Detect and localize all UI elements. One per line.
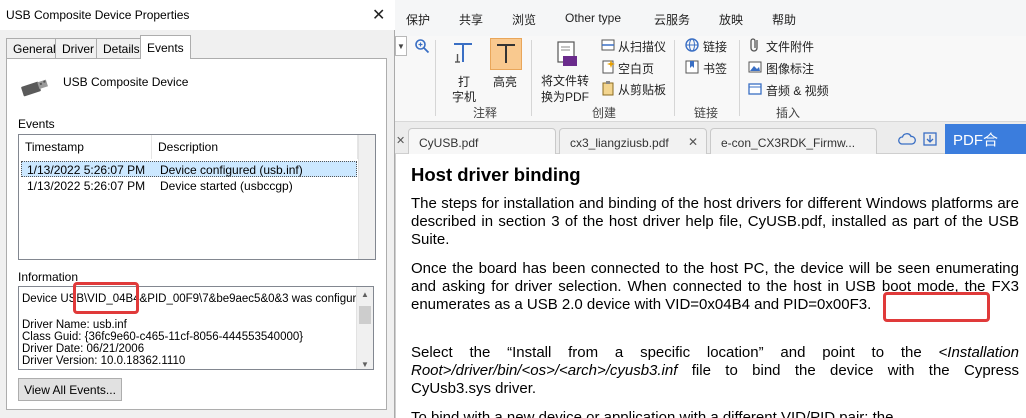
scanner-icon[interactable] — [600, 37, 616, 53]
pdf-merge-label: PDF合 — [953, 132, 999, 149]
event-description: Device configured (usb.inf) — [160, 163, 303, 177]
information-label: Information — [18, 270, 79, 284]
highlight-button[interactable] — [490, 38, 522, 70]
info-line: Driver Version: 10.0.18362.1110 — [22, 355, 186, 367]
scroll-thumb[interactable] — [359, 306, 371, 324]
events-scrollbar[interactable] — [358, 135, 375, 259]
ribbon-separator — [531, 40, 532, 116]
group-label-insert: 插入 — [776, 106, 801, 120]
scroll-up-icon[interactable]: ▲ — [361, 290, 369, 299]
info-line: Class Guid: {36fc9e60-c465-11cf-8056-444… — [22, 331, 304, 343]
typewriter-icon[interactable] — [450, 40, 476, 66]
file-attachment-label[interactable]: 文件附件 — [766, 38, 814, 55]
clipboard-icon[interactable] — [600, 80, 616, 96]
bookmark-icon[interactable] — [684, 59, 700, 75]
download-icon[interactable] — [922, 131, 938, 147]
ribbon-separator — [739, 40, 740, 116]
file-attachment-icon[interactable] — [747, 37, 763, 53]
menu-cloud[interactable]: 云服务 — [654, 11, 690, 28]
typewriter-label-2: 字机 — [452, 90, 477, 104]
column-header-description[interactable]: Description — [152, 135, 358, 159]
event-description: Device started (usbccgp) — [160, 179, 293, 193]
zoom-dropdown[interactable]: ▼ — [395, 36, 407, 56]
zoom-icon[interactable] — [414, 38, 430, 54]
usb-device-icon — [21, 79, 48, 97]
document-tabs: ✕ CyUSB.pdf cx3_liangziusb.pdf ✕ e-con_C… — [395, 122, 1026, 154]
image-annotation-icon[interactable] — [747, 59, 763, 75]
document-page: Host driver binding The steps for instal… — [395, 154, 1026, 418]
menu-slideshow[interactable]: 放映 — [719, 11, 743, 28]
tab-cx3-liangziusb[interactable]: cx3_liangziusb.pdf ✕ — [559, 128, 707, 154]
convert-label-2: 换为PDF — [541, 90, 590, 104]
column-header-timestamp[interactable]: Timestamp — [19, 135, 152, 159]
group-label-link: 链接 — [694, 106, 719, 120]
menu-help[interactable]: 帮助 — [772, 11, 796, 28]
close-icon[interactable]: ✕ — [372, 5, 385, 25]
section-heading: Host driver binding — [411, 164, 581, 185]
ribbon-separator — [674, 40, 675, 116]
dialog-title: USB Composite Device Properties — [6, 8, 190, 22]
group-label-create: 创建 — [592, 106, 617, 120]
vid-highlight-box — [883, 292, 990, 322]
menu-bar: 保护 共享 浏览 Other type 云服务 放映 帮助 — [395, 0, 1026, 36]
view-all-events-button[interactable]: View All Events... — [18, 378, 122, 401]
blank-page-icon[interactable] — [600, 59, 616, 75]
info-line: Driver Name: usb.inf — [22, 319, 127, 331]
device-properties-dialog: USB Composite Device Properties ✕ Genera… — [0, 0, 395, 418]
dialog-titlebar[interactable]: USB Composite Device Properties ✕ — [0, 0, 395, 30]
tab-cyusb[interactable]: CyUSB.pdf — [408, 128, 556, 154]
scroll-down-icon[interactable]: ▼ — [361, 360, 369, 369]
cloud-icon[interactable] — [898, 132, 916, 146]
menu-share[interactable]: 共享 — [459, 11, 483, 28]
tab-events[interactable]: Events — [140, 35, 191, 59]
tab-label: CyUSB.pdf — [419, 136, 479, 150]
paragraph-3-text-a: Select the “Install from a specific loca… — [411, 344, 939, 361]
paragraph-3: Select the “Install from a specific loca… — [411, 344, 1019, 398]
event-timestamp: 1/13/2022 5:26:07 PM — [27, 179, 146, 193]
audio-video-icon[interactable] — [747, 81, 763, 97]
tab-label: cx3_liangziusb.pdf — [570, 136, 669, 150]
information-scrollbar[interactable]: ▲ ▼ — [356, 287, 373, 369]
menu-protect[interactable]: 保护 — [406, 11, 430, 28]
highlight-label: 高亮 — [493, 75, 518, 89]
information-textbox[interactable]: Device USB\VID_04B4&PID_00F9\7&be9aec5&0… — [18, 286, 374, 370]
tab-label: e-con_CX3RDK_Firmw... — [721, 136, 856, 150]
events-label: Events — [18, 117, 55, 131]
paragraph-4: To bind with a new device or application… — [411, 409, 894, 418]
info-line: Driver Date: 06/21/2006 — [22, 343, 145, 355]
vid-highlight-box — [73, 282, 139, 314]
event-timestamp: 1/13/2022 5:26:07 PM — [27, 163, 146, 177]
ribbon: ▼ 打 字机 高亮 将文件转 换为PDF 从扫描仪 空白页 从剪贴板 链接 书签… — [395, 36, 1026, 122]
group-label-annotation: 注释 — [473, 106, 498, 120]
menu-browse[interactable]: 浏览 — [512, 11, 536, 28]
image-annotation-label[interactable]: 图像标注 — [766, 60, 814, 77]
link-icon[interactable] — [684, 37, 700, 53]
convert-to-pdf-icon[interactable] — [555, 40, 579, 68]
tab-driver[interactable]: Driver — [55, 38, 101, 58]
menu-other-type[interactable]: Other type — [565, 11, 621, 25]
from-scanner-label[interactable]: 从扫描仪 — [618, 38, 666, 55]
pdf-merge-button[interactable]: PDF合 — [945, 124, 1026, 154]
tab-econ-firmware[interactable]: e-con_CX3RDK_Firmw... — [710, 128, 877, 154]
bookmark-label[interactable]: 书签 — [703, 60, 727, 77]
from-clipboard-label[interactable]: 从剪贴板 — [618, 81, 666, 98]
audio-video-label[interactable]: 音频 & 视频 — [766, 82, 829, 99]
link-label[interactable]: 链接 — [703, 38, 727, 55]
device-name: USB Composite Device — [63, 75, 189, 89]
table-row[interactable]: 1/13/2022 5:26:07 PM Device configured (… — [21, 161, 357, 177]
paragraph-1: The steps for installation and binding o… — [411, 195, 1019, 248]
tab-close-icon[interactable]: ✕ — [688, 135, 698, 149]
blank-page-label[interactable]: 空白页 — [618, 60, 654, 77]
events-list[interactable]: Timestamp Description 1/13/2022 5:26:07 … — [18, 134, 376, 260]
ribbon-separator — [435, 40, 436, 116]
highlight-icon — [497, 44, 515, 63]
tabs-scroll-left[interactable]: ✕ — [396, 134, 405, 147]
convert-label-1: 将文件转 — [541, 74, 590, 88]
screen: 保护 共享 浏览 Other type 云服务 放映 帮助 ▼ 打 字机 高亮 — [0, 0, 1026, 418]
table-row[interactable]: 1/13/2022 5:26:07 PM Device started (usb… — [21, 178, 357, 194]
